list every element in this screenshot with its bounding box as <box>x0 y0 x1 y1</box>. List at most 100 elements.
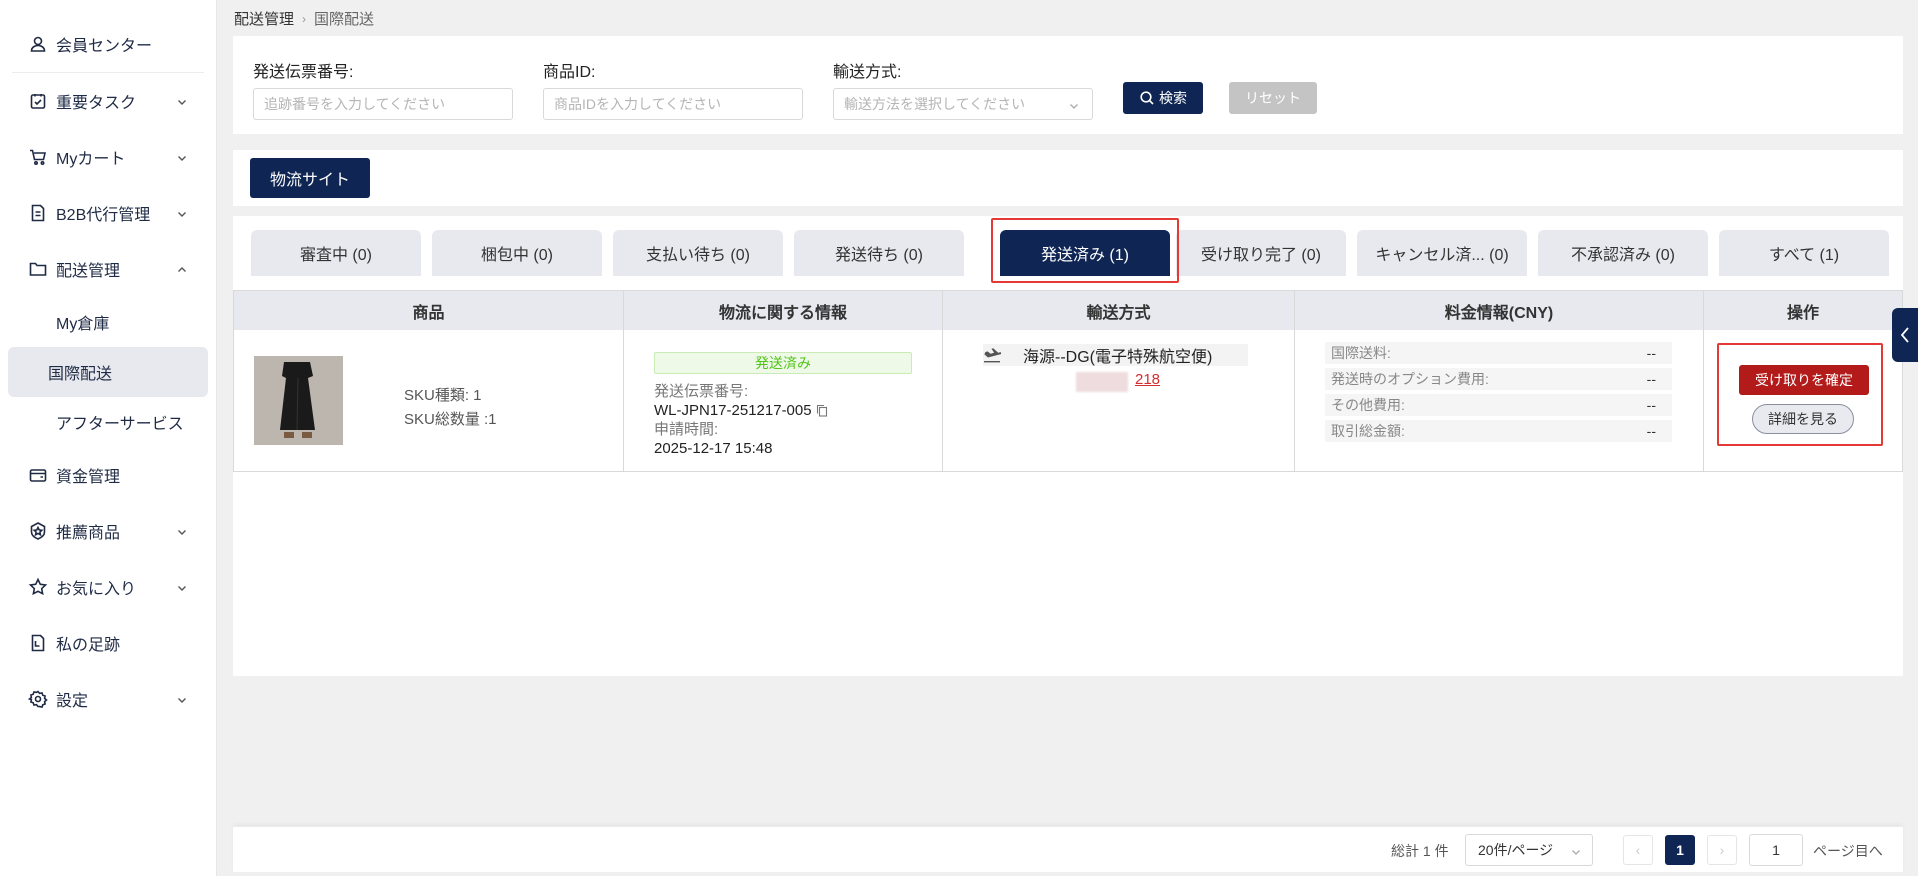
shipping-method-name: 海源--DG(電子特殊航空便) <box>1023 349 1213 366</box>
tracking-field: 発送伝票番号: <box>253 58 513 120</box>
chevron-down-icon <box>1068 99 1080 111</box>
shipping-method-line: 海源--DG(電子特殊航空便) <box>983 344 1248 366</box>
star-icon <box>28 577 48 597</box>
sidebar-item-recommended[interactable]: 推薦商品 <box>0 503 216 559</box>
column-header-product: 商品 <box>233 291 624 330</box>
sidebar-item-favorites[interactable]: お気に入り <box>0 559 216 615</box>
sidebar-subitem-label: アフターサービス <box>56 416 184 433</box>
status-badge: 発送済み <box>654 352 912 374</box>
sidebar-item-label: 会員センター <box>56 38 153 55</box>
reset-button[interactable]: リセット <box>1229 82 1317 114</box>
shipping-route-link[interactable]: 218 <box>1135 371 1160 388</box>
page-size-select[interactable]: 20件/ページ <box>1465 834 1593 866</box>
sidebar-item-b2b[interactable]: B2B代行管理 <box>0 185 216 241</box>
sidebar-item-label: B2B代行管理 <box>56 207 151 224</box>
cell-shipping-method: 海源--DG(電子特殊航空便) 218 <box>943 330 1295 471</box>
tracking-number-row: WL-JPN17-251217-005 <box>654 401 828 420</box>
column-header-fees: 料金情報(CNY) <box>1295 291 1704 330</box>
column-header-shipping-method: 輸送方式 <box>943 291 1295 330</box>
sidebar-item-label: 私の足跡 <box>56 637 121 654</box>
breadcrumb-current: 国際配送 <box>314 11 375 28</box>
sidebar-item-label: 資金管理 <box>56 469 121 486</box>
sidebar-item-member-center[interactable]: 会員センター <box>0 16 216 72</box>
fee-value: -- <box>1646 423 1656 439</box>
chevron-down-icon <box>176 207 188 219</box>
product-thumbnail[interactable] <box>254 356 343 445</box>
history-icon <box>28 633 48 653</box>
view-details-button[interactable]: 詳細を見る <box>1752 404 1854 434</box>
filter-panel: 発送伝票番号: 商品ID: 輸送方式: 輸送方法を選択してください 検索 リセッ… <box>233 36 1903 134</box>
table-header: 商品 物流に関する情報 輸送方式 料金情報(CNY) 操作 <box>233 290 1903 330</box>
sidebar-item-funds[interactable]: 資金管理 <box>0 447 216 503</box>
page-number-button[interactable]: 1 <box>1665 835 1695 865</box>
sku-type: SKU種類: 1 <box>404 387 482 404</box>
sidebar-item-label: お気に入り <box>56 581 137 598</box>
side-panel-toggle[interactable] <box>1892 308 1918 362</box>
confirm-receipt-button[interactable]: 受け取りを確定 <box>1739 365 1869 395</box>
orders-panel: 審査中 (0) 梱包中 (0) 支払い待ち (0) 発送待ち (0) 発送済み … <box>233 216 1903 676</box>
product-field: 商品ID: <box>543 58 803 120</box>
table-row: SKU種類: 1 SKU総数量 :1 発送済み 発送伝票番号: WL-JPN17… <box>233 330 1903 472</box>
sidebar-subitem-after-service[interactable]: アフターサービス <box>8 397 208 447</box>
cell-product: SKU種類: 1 SKU総数量 :1 <box>233 330 624 471</box>
sidebar-subitem-international[interactable]: 国際配送 <box>8 347 208 397</box>
fee-row-total: 取引総金額: -- <box>1325 420 1672 442</box>
tab-shipped[interactable]: 発送済み (1) <box>1000 230 1170 276</box>
logistics-panel: 物流サイト <box>233 150 1903 206</box>
fee-row-options: 発送時のオプション費用: -- <box>1325 368 1672 390</box>
fee-label: 取引総金額: <box>1331 423 1405 439</box>
copy-icon[interactable] <box>816 404 828 417</box>
tab-awaiting-payment[interactable]: 支払い待ち (0) <box>613 230 783 276</box>
search-button-label: 検索 <box>1159 90 1187 106</box>
next-page-button[interactable]: › <box>1707 835 1737 865</box>
tab-received[interactable]: 受け取り完了 (0) <box>1176 230 1346 276</box>
chevron-up-icon <box>176 263 188 275</box>
logistics-site-button[interactable]: 物流サイト <box>250 158 370 198</box>
sidebar-item-history[interactable]: 私の足跡 <box>0 615 216 671</box>
search-button[interactable]: 検索 <box>1123 82 1203 114</box>
sidebar-item-shipping[interactable]: 配送管理 <box>0 241 216 297</box>
redacted-text <box>1076 372 1128 392</box>
tab-rejected[interactable]: 不承認済み (0) <box>1538 230 1708 276</box>
breadcrumb-separator-icon: › <box>302 11 307 26</box>
folder-icon <box>28 259 48 279</box>
goto-page-suffix: ページ目へ <box>1813 843 1883 859</box>
chevron-down-icon <box>176 151 188 163</box>
fee-value: -- <box>1646 371 1656 387</box>
search-icon <box>1140 91 1154 105</box>
gear-icon <box>28 689 48 709</box>
sidebar-item-settings[interactable]: 設定 <box>0 671 216 727</box>
shipping-select-placeholder: 輸送方法を選択してください <box>844 96 1026 112</box>
shipping-label: 輸送方式: <box>833 64 902 81</box>
wallet-icon <box>28 465 48 485</box>
sidebar-subitem-warehouse[interactable]: My倉庫 <box>8 297 208 347</box>
sidebar-item-tasks[interactable]: 重要タスク <box>0 73 216 129</box>
shipping-method-select[interactable]: 輸送方法を選択してください <box>833 88 1093 120</box>
fee-row-international: 国際送料: -- <box>1325 342 1672 364</box>
pagination-total: 総計 1 件 <box>1391 843 1449 859</box>
document-icon <box>28 203 48 223</box>
tracking-label: 発送伝票番号: <box>253 64 354 81</box>
tab-reviewing[interactable]: 審査中 (0) <box>251 230 421 276</box>
cell-fees: 国際送料: -- 発送時のオプション費用: -- その他費用: -- 取引総金額… <box>1295 330 1704 471</box>
tracking-number-label: 発送伝票番号: <box>654 383 749 400</box>
goto-page-input[interactable] <box>1749 834 1803 866</box>
sidebar-item-label: 推薦商品 <box>56 525 121 542</box>
tracking-input[interactable] <box>253 88 513 120</box>
task-icon <box>28 91 48 111</box>
airplane-icon <box>984 348 1001 363</box>
tab-all[interactable]: すべて (1) <box>1719 230 1889 276</box>
breadcrumb: 配送管理 › 国際配送 <box>234 8 374 29</box>
user-icon <box>28 34 48 54</box>
breadcrumb-parent[interactable]: 配送管理 <box>234 8 294 29</box>
tab-cancelled[interactable]: キャンセル済... (0) <box>1357 230 1527 276</box>
fee-value: -- <box>1646 397 1656 413</box>
sidebar-subitem-label: 国際配送 <box>48 366 113 383</box>
tab-awaiting-shipment[interactable]: 発送待ち (0) <box>794 230 964 276</box>
chevron-down-icon <box>176 693 188 705</box>
fee-label: 発送時のオプション費用: <box>1331 371 1489 387</box>
prev-page-button[interactable]: ‹ <box>1623 835 1653 865</box>
tab-packing[interactable]: 梱包中 (0) <box>432 230 602 276</box>
product-id-input[interactable] <box>543 88 803 120</box>
sidebar-item-cart[interactable]: Myカート <box>0 129 216 185</box>
